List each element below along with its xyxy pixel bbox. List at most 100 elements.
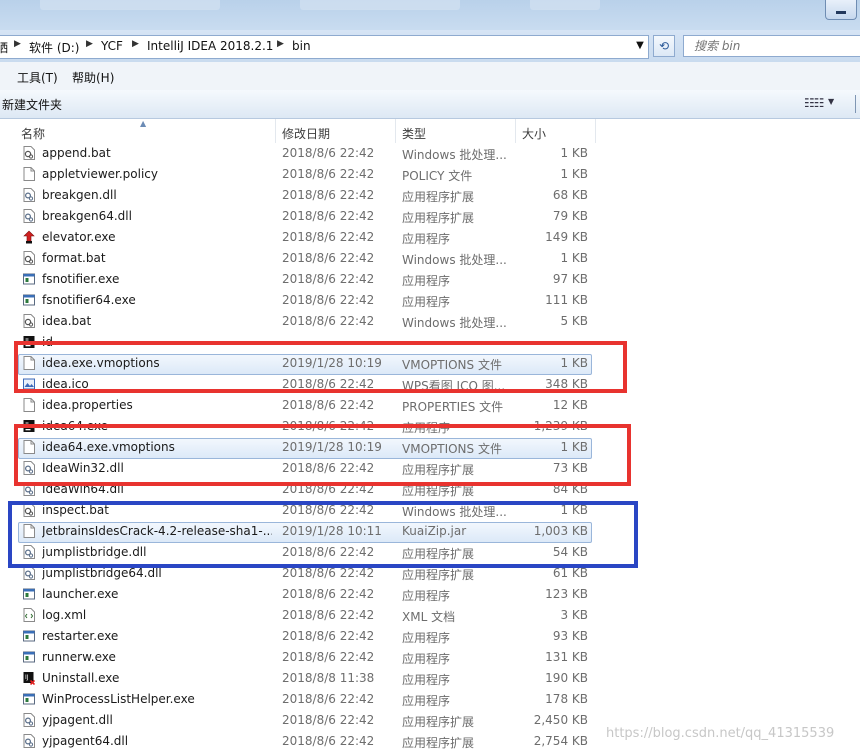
sort-ascending-icon: ▲ — [140, 119, 147, 128]
file-size: 61 KB — [552, 566, 588, 580]
chevron-right-icon[interactable]: ▶ — [86, 39, 93, 49]
chevron-down-icon[interactable]: ▼ — [828, 97, 834, 106]
column-name[interactable]: 名称 — [21, 125, 45, 142]
file-date: 2018/8/6 22:42 — [282, 650, 375, 664]
file-date: 2018/8/6 22:42 — [282, 692, 375, 706]
file-name: Uninstall.exe — [42, 671, 120, 685]
file-type: 应用程序 — [402, 232, 451, 246]
file-row[interactable]: idea.properties 2018/8/6 22:42 PROPERTIES … — [0, 395, 860, 416]
exe-icon — [23, 650, 35, 664]
file-size: 1 KB — [560, 167, 588, 181]
file-date: 2018/8/8 11:38 — [282, 671, 375, 685]
dll-icon — [23, 713, 35, 727]
file-row[interactable]: restarter.exe 2018/8/6 22:42 应用程序 93 KB — [0, 626, 860, 647]
file-type: 应用程序 — [402, 589, 451, 603]
uninstall-icon: IJ — [23, 671, 36, 686]
minimize-icon — [836, 11, 846, 14]
file-date: 2018/8/6 22:42 — [282, 734, 375, 748]
file-date: 2018/8/6 22:42 — [282, 272, 375, 286]
file-type: 应用程序 — [402, 652, 451, 666]
window-titlebar — [0, 0, 860, 30]
breadcrumb-bin[interactable]: bin — [292, 39, 311, 53]
file-row[interactable]: append.bat 2018/8/6 22:42 Windows 批处理... 1 … — [0, 143, 860, 164]
file-date: 2018/8/6 22:42 — [282, 398, 375, 412]
red-highlight-box — [14, 424, 631, 486]
file-row[interactable]: breakgen64.dll 2018/8/6 22:42 应用程序扩展 79 KB — [0, 206, 860, 227]
file-row[interactable]: log.xml 2018/8/6 22:42 XML 文档 3 KB — [0, 605, 860, 626]
file-size: 123 KB — [545, 587, 588, 601]
column-divider[interactable] — [595, 119, 596, 143]
column-divider[interactable] — [395, 119, 396, 143]
column-size[interactable]: 大小 — [522, 125, 546, 142]
bat-icon — [23, 251, 35, 265]
file-date: 2018/8/6 22:42 — [282, 146, 375, 160]
command-toolbar: 新建文件夹 — [0, 90, 860, 119]
file-size: 2,754 KB — [533, 734, 588, 748]
file-type: 应用程序 — [402, 295, 451, 309]
file-row[interactable]: fsnotifier.exe 2018/8/6 22:42 应用程序 97 KB — [0, 269, 860, 290]
menu-tools[interactable]: 工具(T) — [17, 69, 58, 86]
file-name: WinProcessListHelper.exe — [42, 692, 195, 706]
file-name: breakgen.dll — [42, 188, 117, 202]
chevron-right-icon[interactable]: ▶ — [132, 39, 139, 49]
red-highlight-box — [14, 341, 627, 393]
file-date: 2018/8/6 22:42 — [282, 251, 375, 265]
new-folder-button[interactable]: 新建文件夹 — [2, 96, 62, 113]
file-type: PROPERTIES 文件 — [402, 400, 504, 414]
dll-icon — [23, 566, 35, 580]
breadcrumb-idea[interactable]: IntelliJ IDEA 2018.2.1 — [147, 39, 273, 53]
file-row[interactable]: launcher.exe 2018/8/6 22:42 应用程序 123 KB — [0, 584, 860, 605]
address-dropdown-icon[interactable]: ▼ — [634, 40, 646, 51]
file-row[interactable]: appletviewer.policy 2018/8/6 22:42 POLICY … — [0, 164, 860, 185]
breadcrumb[interactable]: 哂 ▶ 软件 (D:) ▶ YCF ▶ IntelliJ IDEA 2018.2… — [0, 35, 649, 59]
file-row[interactable]: elevator.exe 2018/8/6 22:42 应用程序 149 KB — [0, 227, 860, 248]
column-date[interactable]: 修改日期 — [282, 125, 330, 142]
file-type: 应用程序 — [402, 274, 451, 288]
file-size: 97 KB — [552, 272, 588, 286]
file-date: 2018/8/6 22:42 — [282, 314, 375, 328]
file-row[interactable]: format.bat 2018/8/6 22:42 Windows 批处理... 1 … — [0, 248, 860, 269]
file-date: 2018/8/6 22:42 — [282, 293, 375, 307]
search-input[interactable] — [684, 36, 846, 56]
ghost-tab — [40, 0, 220, 10]
file-row[interactable]: breakgen.dll 2018/8/6 22:42 应用程序扩展 68 KB — [0, 185, 860, 206]
file-row[interactable]: WinProcessListHelper.exe 2018/8/6 22:42 应用… — [0, 689, 860, 710]
file-name: launcher.exe — [42, 587, 119, 601]
file-date: 2018/8/6 22:42 — [282, 587, 375, 601]
file-row[interactable]: fsnotifier64.exe 2018/8/6 22:42 应用程序 111 KB — [0, 290, 860, 311]
file-size: 131 KB — [545, 650, 588, 664]
refresh-icon: ⟲ — [658, 39, 670, 53]
file-row[interactable]: IJ Uninstall.exe 2018/8/8 11:38 应用程序 190 KB — [0, 668, 860, 689]
file-row[interactable]: idea.bat 2018/8/6 22:42 Windows 批处理... 5 KB — [0, 311, 860, 332]
minimize-button[interactable] — [825, 0, 857, 20]
file-type: Windows 批处理... — [402, 148, 507, 162]
file-row[interactable]: runnerw.exe 2018/8/6 22:42 应用程序 131 KB — [0, 647, 860, 668]
exe-icon — [23, 692, 35, 706]
chevron-right-icon[interactable]: ▶ — [14, 39, 21, 49]
column-type[interactable]: 类型 — [402, 125, 426, 142]
breadcrumb-drive[interactable]: 软件 (D:) — [29, 39, 79, 56]
file-date: 2018/8/6 22:42 — [282, 713, 375, 727]
svg-text:IJ: IJ — [25, 674, 29, 681]
breadcrumb-partial: 哂 — [0, 41, 9, 55]
file-type: Windows 批处理... — [402, 316, 507, 330]
file-size: 190 KB — [545, 671, 588, 685]
column-header: ▲ 名称 修改日期 类型 大小 — [0, 119, 860, 143]
file-name: fsnotifier64.exe — [42, 293, 136, 307]
file-date: 2018/8/6 22:42 — [282, 188, 375, 202]
view-options-icon[interactable]: ☷☷ — [804, 96, 824, 110]
refresh-button[interactable]: ⟲ — [653, 35, 675, 57]
file-type: 应用程序扩展 — [402, 715, 475, 729]
file-size: 3 KB — [560, 608, 588, 622]
column-divider[interactable] — [515, 119, 516, 143]
breadcrumb-ycf[interactable]: YCF — [101, 39, 123, 53]
column-divider[interactable] — [275, 119, 276, 143]
file-size: 68 KB — [552, 188, 588, 202]
search-box[interactable] — [683, 35, 860, 57]
file-size: 12 KB — [552, 398, 588, 412]
chevron-right-icon[interactable]: ▶ — [277, 39, 284, 49]
watermark: https://blog.csdn.net/qq_41315539 — [606, 726, 835, 741]
blue-highlight-box — [8, 501, 638, 568]
ghost-tab — [300, 0, 460, 10]
menu-help[interactable]: 帮助(H) — [72, 69, 114, 86]
